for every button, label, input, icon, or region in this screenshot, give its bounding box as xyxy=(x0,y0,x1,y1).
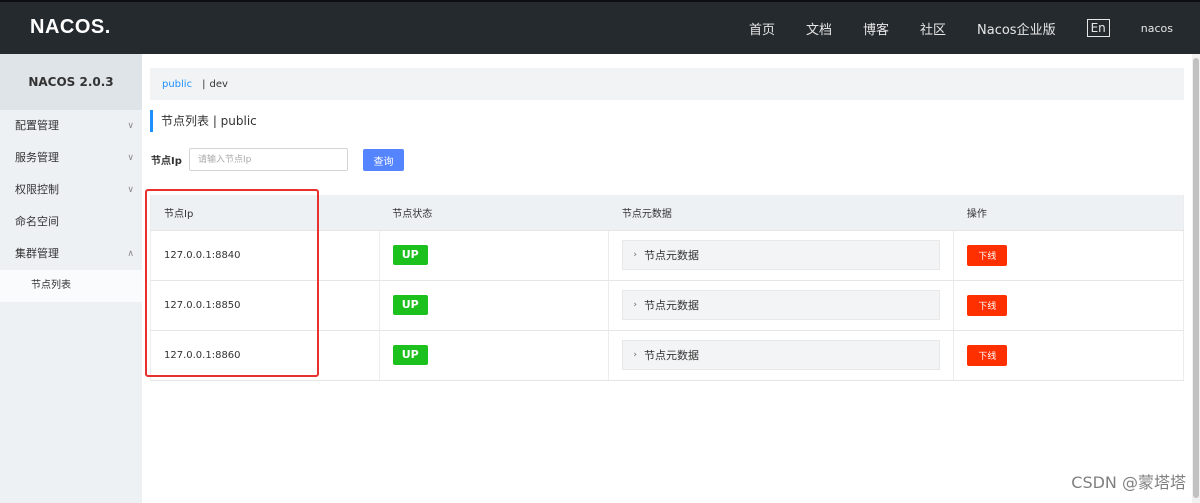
column-header-metadata: 节点元数据 xyxy=(608,195,954,231)
column-header-action: 操作 xyxy=(953,195,1184,231)
sidebar-item-label: 命名空间 xyxy=(15,215,59,228)
csdn-watermark: CSDN @蒙塔塔 xyxy=(1071,473,1186,492)
top-nav: 首页 文档 博客 社区 Nacos企业版 En nacos xyxy=(749,2,1200,54)
nav-docs[interactable]: 文档 xyxy=(806,19,832,38)
page-title: 节点列表 | public xyxy=(150,110,257,132)
status-badge: UP xyxy=(392,345,428,365)
node-ip-search-input[interactable] xyxy=(189,148,348,171)
status-badge: UP xyxy=(392,295,428,315)
status-badge: UP xyxy=(392,245,428,265)
node-ip-cell: 127.0.0.1:8840 xyxy=(150,230,380,281)
nav-community[interactable]: 社区 xyxy=(920,19,946,38)
nav-enterprise[interactable]: Nacos企业版 xyxy=(977,19,1056,38)
chevron-down-icon: ∨ xyxy=(127,153,134,163)
chevron-right-icon: › xyxy=(633,300,637,310)
metadata-collapse[interactable]: › 节点元数据 xyxy=(622,290,941,320)
sidebar-item-cluster[interactable]: 集群管理 ∧ xyxy=(0,238,142,270)
scrollbar-thumb[interactable] xyxy=(1193,58,1199,498)
user-name[interactable]: nacos xyxy=(1141,22,1173,35)
nav-home[interactable]: 首页 xyxy=(749,19,775,38)
column-header-status: 节点状态 xyxy=(379,195,609,231)
namespace-separator: | xyxy=(202,78,206,90)
nav-blog[interactable]: 博客 xyxy=(863,19,889,38)
sidebar-item-config[interactable]: 配置管理 ∨ xyxy=(0,110,142,142)
node-ip-cell: 127.0.0.1:8850 xyxy=(150,280,380,331)
node-ip-cell: 127.0.0.1:8860 xyxy=(150,330,380,381)
metadata-collapse[interactable]: › 节点元数据 xyxy=(622,240,941,270)
table-row: 127.0.0.1:8850 UP › 节点元数据 下线 xyxy=(150,280,1184,331)
table-row: 127.0.0.1:8840 UP › 节点元数据 下线 xyxy=(150,230,1184,281)
sidebar: NACOS 2.0.3 配置管理 ∨ 服务管理 ∨ 权限控制 ∨ 命名空间 集群… xyxy=(0,54,142,503)
metadata-label: 节点元数据 xyxy=(643,249,699,262)
chevron-down-icon: ∨ xyxy=(127,185,134,195)
sidebar-item-service[interactable]: 服务管理 ∨ xyxy=(0,142,142,174)
chevron-right-icon: › xyxy=(633,350,637,360)
table-header-row: 节点Ip 节点状态 节点元数据 操作 xyxy=(150,195,1184,231)
table-row: 127.0.0.1:8860 UP › 节点元数据 下线 xyxy=(150,330,1184,381)
sidebar-version-title: NACOS 2.0.3 xyxy=(0,54,142,110)
chevron-down-icon: ∨ xyxy=(127,121,134,131)
sidebar-item-label: 服务管理 xyxy=(15,151,59,164)
sidebar-subitem-node-list[interactable]: 节点列表 xyxy=(0,270,142,302)
column-header-ip: 节点Ip xyxy=(150,195,380,231)
sidebar-item-label: 配置管理 xyxy=(15,119,59,132)
top-navbar: NACOS. 首页 文档 博客 社区 Nacos企业版 En nacos xyxy=(0,0,1200,54)
chevron-up-icon: ∧ xyxy=(127,249,134,259)
nacos-logo[interactable]: NACOS. xyxy=(30,16,111,39)
search-label: 节点Ip xyxy=(151,156,182,167)
offline-button[interactable]: 下线 xyxy=(967,344,1008,366)
metadata-collapse[interactable]: › 节点元数据 xyxy=(622,340,941,370)
sidebar-item-label: 权限控制 xyxy=(15,183,59,196)
offline-button[interactable]: 下线 xyxy=(967,244,1008,266)
offline-button[interactable]: 下线 xyxy=(967,294,1008,316)
sidebar-item-label: 集群管理 xyxy=(15,247,59,260)
namespace-dev[interactable]: dev xyxy=(209,79,227,90)
sidebar-item-namespace[interactable]: 命名空间 xyxy=(0,206,142,238)
sidebar-item-auth[interactable]: 权限控制 ∨ xyxy=(0,174,142,206)
main-content: public | dev 节点列表 | public 节点Ip 查询 节点Ip … xyxy=(142,54,1200,503)
language-switch-button[interactable]: En xyxy=(1086,19,1110,37)
metadata-label: 节点元数据 xyxy=(643,349,699,362)
metadata-label: 节点元数据 xyxy=(643,299,699,312)
node-table: 节点Ip 节点状态 节点元数据 操作 127.0.0.1:8840 UP › 节… xyxy=(150,195,1184,381)
search-button[interactable]: 查询 xyxy=(363,149,404,171)
namespace-bar: public | dev xyxy=(150,68,1184,100)
chevron-right-icon: › xyxy=(633,250,637,260)
namespace-public[interactable]: public xyxy=(162,79,192,90)
